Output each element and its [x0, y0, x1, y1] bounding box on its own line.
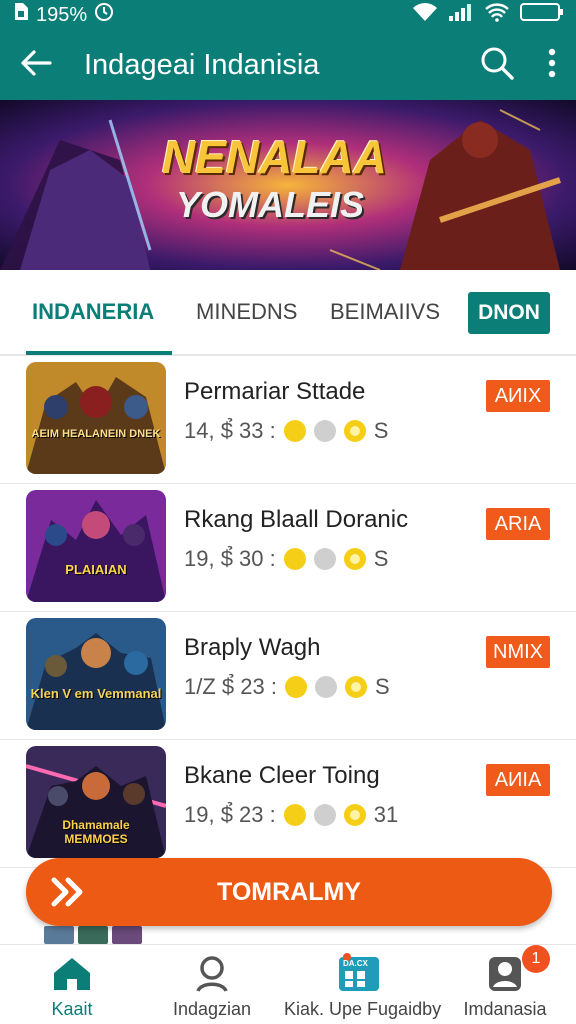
person-icon [195, 955, 229, 998]
rating-grey-icon [313, 804, 336, 826]
meta-text: 1/Z $̉ 23 : [184, 674, 277, 699]
rating-grey-icon [314, 676, 337, 698]
list-item[interactable]: PLAIAIAN Rkang Blaall Doranic 19, $̉ 30 … [0, 484, 576, 612]
tab-indaneria[interactable]: INDANERIA [32, 269, 154, 355]
nav-label: Indagzian [172, 999, 252, 1019]
thumbnail-caption: Klen V em Vemmanal [30, 686, 162, 701]
nav-item-kiak[interactable]: DA.CX Kiak. Upe Fugaidby [284, 945, 442, 1024]
meta-text: 19, $̉ 30 : [184, 546, 276, 571]
game-meta: 19, $̉ 23 : 31 [184, 802, 398, 828]
back-arrow-icon[interactable] [20, 49, 52, 82]
status-badge[interactable]: NMIX [486, 636, 550, 668]
meta-text: 14, $̉ 33 : [184, 418, 276, 443]
bottom-navigation: Kaait Indagzian DA.CX Kiak. Upe Fugaidby… [0, 944, 576, 1024]
notification-badge: 1 [522, 945, 550, 973]
coin-icon [343, 804, 366, 826]
nav-item-imdanasia[interactable]: 1 Imdanasia [434, 945, 576, 1024]
grid-app-icon-text: DA.CX [343, 959, 368, 968]
list-item[interactable]: Klen V em Vemmanal Braply Wagh 1/Z $̉ 23… [0, 612, 576, 740]
list-item[interactable]: AEIM HEALANEIN DNEK Permariar Sttade 14,… [0, 356, 576, 484]
game-thumbnail: AEIM HEALANEIN DNEK [26, 362, 166, 474]
home-icon [51, 955, 93, 998]
tab-minedns[interactable]: MINEDNS [196, 269, 297, 355]
rating-gold-icon [283, 804, 306, 826]
wifi-icon [412, 2, 438, 28]
nav-item-indagzian[interactable]: Indagzian [140, 945, 284, 1024]
rating-gold-icon [284, 676, 307, 698]
meta-suffix: S [373, 418, 389, 443]
nav-label: Kaait [51, 999, 93, 1019]
search-icon[interactable] [480, 46, 514, 85]
meta-suffix: S [373, 546, 389, 571]
game-thumbnail: Klen V em Vemmanal [26, 618, 166, 730]
thumbnail-caption: Dhamamale MEMMOES [62, 818, 130, 846]
meta-suffix: 31 [373, 802, 399, 827]
rating-gold-icon [283, 548, 306, 570]
primary-cta-button[interactable]: TOMRALMY [26, 858, 552, 926]
battery-percent: 195% [36, 3, 88, 26]
sim-icon [12, 2, 30, 28]
signal-icon [448, 2, 474, 28]
nav-item-home[interactable]: Kaait [0, 945, 144, 1024]
game-thumbnail: PLAIAIAN [26, 490, 166, 602]
list-peek-thumbnails [44, 926, 144, 944]
game-thumbnail: Dhamamale MEMMOES [26, 746, 166, 858]
status-badge[interactable]: AИIX [486, 380, 550, 412]
cta-label: TOMRALMY [217, 877, 361, 906]
banner-title-line2: YOMALEIS [176, 184, 365, 225]
game-meta: 1/Z $̉ 23 : S [184, 674, 390, 700]
tab-beimaiivs[interactable]: BEIMAIIVS [330, 269, 440, 355]
meta-text: 19, $̉ 23 : [184, 802, 276, 827]
rating-gold-icon [283, 420, 306, 442]
more-vert-icon[interactable] [548, 48, 556, 83]
nav-label: Kiak. Upe Fugaidby [284, 999, 442, 1019]
app-bar: Indageai Indanisia [0, 30, 576, 100]
status-bar: 195% [0, 0, 576, 30]
game-title: Permariar Sttade [184, 378, 366, 405]
rating-grey-icon [313, 420, 336, 442]
thumbnail-caption: PLAIAIAN [65, 562, 127, 577]
status-badge[interactable]: AИIA [486, 764, 550, 796]
active-tab-indicator [26, 351, 172, 355]
account-icon [487, 955, 523, 998]
game-meta: 14, $̉ 33 : S [184, 418, 388, 444]
game-title: Bkane Cleer Toing [184, 762, 380, 789]
app-title: Indageai Indanisia [84, 48, 320, 81]
list-item[interactable]: Dhamamale MEMMOES Bkane Cleer Toing 19, … [0, 740, 576, 868]
rating-grey-icon [313, 548, 336, 570]
coin-icon [344, 676, 367, 698]
meta-suffix: S [374, 674, 390, 699]
game-title: Rkang Blaall Doranic [184, 506, 409, 533]
banner-title-line1: NENALAA [162, 131, 387, 183]
dnon-button[interactable]: DNON [468, 292, 550, 334]
thumbnail-caption: AEIM HEALANEIN DNEK [31, 428, 161, 440]
grid-app-icon: DA.CX [337, 953, 381, 998]
coin-icon [343, 548, 366, 570]
status-badge[interactable]: ARIA [486, 508, 550, 540]
coin-icon [343, 420, 366, 442]
game-title: Braply Wagh [184, 634, 321, 661]
battery-icon [520, 2, 564, 28]
game-meta: 19, $̉ 30 : S [184, 546, 388, 572]
hero-banner[interactable]: NENALAA YOMALEIS [0, 100, 576, 270]
wifi-icon [484, 2, 510, 28]
alarm-icon [93, 1, 115, 29]
nav-label: Imdanasia [463, 999, 547, 1019]
